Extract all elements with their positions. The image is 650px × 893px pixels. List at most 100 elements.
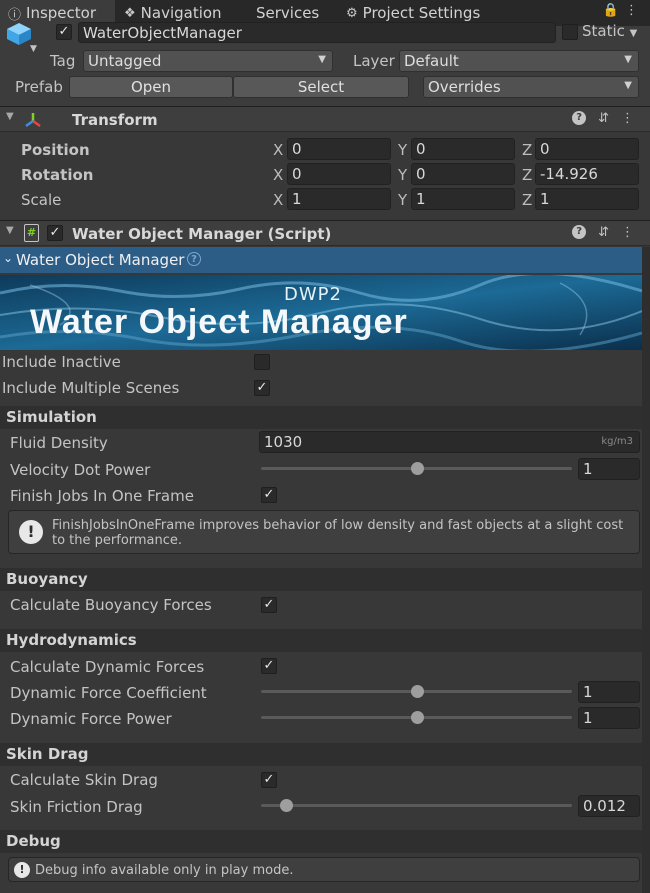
banner-image: DWP2 Water Object Manager: [0, 275, 642, 350]
rotation-label: Rotation: [21, 166, 94, 184]
info-icon: !: [14, 862, 30, 878]
csharp-script-icon: #: [24, 224, 39, 242]
transform-title: Transform: [72, 111, 158, 129]
axis-z-label[interactable]: Z: [522, 141, 532, 159]
calculate-buoyancy-label: Calculate Buoyancy Forces: [10, 596, 212, 614]
window-controls: 🔒⋮: [603, 3, 644, 18]
preset-icon[interactable]: ⇵: [598, 111, 609, 126]
gameobject-cube-icon: [7, 23, 31, 45]
skin-drag-section-header: Skin Drag: [0, 743, 642, 766]
context-menu-icon[interactable]: ⋮: [621, 111, 634, 126]
calculate-skin-drag-label: Calculate Skin Drag: [10, 771, 158, 789]
hydrodynamics-section-header: Hydrodynamics: [0, 629, 642, 652]
chevron-down-icon: ⌄: [3, 251, 14, 265]
scale-label: Scale: [21, 191, 62, 209]
axis-y-label[interactable]: Y: [398, 141, 407, 159]
axis-y-label[interactable]: Y: [398, 166, 407, 184]
calculate-dynamic-forces-label: Calculate Dynamic Forces: [10, 658, 205, 676]
include-inactive-label: Include Inactive: [2, 353, 121, 371]
finish-jobs-checkbox[interactable]: ✓: [261, 487, 277, 503]
debug-section-header: Debug: [0, 830, 642, 853]
banner-logo-text: DWP2: [284, 284, 342, 305]
axis-y-label[interactable]: Y: [398, 191, 407, 209]
chevron-down-icon: ▼: [629, 28, 638, 39]
chevron-down-icon: ▼: [624, 80, 632, 91]
water-object-manager-foldout[interactable]: ⌄ Water Object Manager ?: [0, 247, 642, 273]
prefab-open-button[interactable]: Open: [69, 76, 233, 98]
prefab-overrides-dropdown[interactable]: Overrides ▼: [423, 76, 639, 98]
simulation-section-header: Simulation: [0, 406, 642, 429]
cube-dropdown-icon[interactable]: ▼: [30, 44, 37, 54]
active-checkbox[interactable]: ✓: [56, 24, 72, 40]
transform-header[interactable]: ▼ Transform ? ⇵ ⋮: [0, 106, 650, 132]
position-y-field[interactable]: 0: [411, 138, 515, 160]
help-icon[interactable]: ?: [187, 252, 201, 266]
foldout-arrow-icon[interactable]: ▼: [6, 225, 14, 236]
velocity-dot-power-slider-handle[interactable]: [410, 462, 424, 475]
prefab-label: Prefab: [15, 78, 63, 96]
context-menu-icon[interactable]: ⋮: [621, 225, 634, 240]
script-enabled-checkbox[interactable]: ✓: [47, 225, 63, 241]
dynamic-force-coefficient-slider-handle[interactable]: [410, 685, 424, 698]
position-label: Position: [21, 141, 90, 159]
scale-x-field[interactable]: 1: [287, 188, 391, 210]
calculate-buoyancy-checkbox[interactable]: ✓: [261, 597, 277, 613]
rotation-y-field[interactable]: 0: [411, 163, 515, 185]
static-checkbox[interactable]: [562, 24, 578, 40]
script-title: Water Object Manager (Script): [72, 225, 332, 243]
foldout-arrow-icon[interactable]: ▼: [6, 111, 14, 122]
rotation-x-field[interactable]: 0: [287, 163, 391, 185]
chevron-down-icon: ▼: [624, 54, 632, 65]
fluid-density-field[interactable]: 1030 kg/m3: [259, 431, 640, 453]
axis-z-label[interactable]: Z: [522, 166, 532, 184]
chevron-down-icon: ▼: [318, 54, 326, 65]
axis-x-label[interactable]: X: [273, 141, 283, 159]
compass-icon: ❖: [124, 5, 136, 21]
dynamic-force-coefficient-label: Dynamic Force Coefficient: [10, 684, 207, 702]
dynamic-force-power-label: Dynamic Force Power: [10, 710, 172, 728]
prefab-select-button[interactable]: Select: [233, 76, 409, 98]
axis-x-label[interactable]: X: [273, 191, 283, 209]
gear-icon: ⚙: [346, 5, 358, 21]
position-x-field[interactable]: 0: [287, 138, 391, 160]
skin-friction-drag-slider-handle[interactable]: [279, 799, 293, 812]
axis-x-label[interactable]: X: [273, 166, 283, 184]
scrollbar[interactable]: [642, 247, 650, 893]
calculate-dynamic-forces-checkbox[interactable]: ✓: [261, 658, 277, 674]
buoyancy-section-header: Buoyancy: [0, 568, 642, 591]
transform-icon: [25, 113, 41, 128]
include-multiple-scenes-label: Include Multiple Scenes: [2, 379, 180, 397]
script-component-header[interactable]: ▼ # ✓ Water Object Manager (Script) ? ⇵ …: [0, 220, 650, 246]
static-label[interactable]: Static ▼: [582, 22, 637, 40]
skin-friction-drag-slider-track[interactable]: [261, 804, 572, 807]
tag-dropdown[interactable]: Untagged ▼: [83, 50, 333, 72]
help-icon[interactable]: ?: [572, 111, 587, 125]
velocity-dot-power-field[interactable]: 1: [578, 458, 640, 480]
menu-icon[interactable]: ⋮: [625, 3, 644, 18]
help-icon[interactable]: ?: [572, 225, 587, 239]
include-multiple-scenes-checkbox[interactable]: ✓: [254, 380, 270, 396]
preset-icon[interactable]: ⇵: [598, 225, 609, 240]
dynamic-force-coefficient-field[interactable]: 1: [578, 681, 640, 703]
help-text: FinishJobsInOneFrame improves behavior o…: [52, 518, 624, 548]
include-inactive-checkbox[interactable]: [254, 354, 270, 370]
rotation-z-field[interactable]: -14.926: [535, 163, 639, 185]
banner-title: Water Object Manager: [30, 303, 408, 341]
layer-dropdown[interactable]: Default ▼: [399, 50, 639, 72]
velocity-dot-power-label: Velocity Dot Power: [10, 461, 151, 479]
axis-z-label[interactable]: Z: [522, 191, 532, 209]
skin-friction-drag-field[interactable]: 0.012: [578, 795, 640, 817]
calculate-skin-drag-checkbox[interactable]: ✓: [261, 772, 277, 788]
tag-label: Tag: [50, 52, 76, 70]
object-name-field[interactable]: WaterObjectManager: [78, 22, 556, 43]
position-z-field[interactable]: 0: [535, 138, 639, 160]
layer-label: Layer: [353, 52, 395, 70]
dynamic-force-power-slider-handle[interactable]: [410, 711, 424, 724]
fluid-density-label: Fluid Density: [10, 434, 108, 452]
debug-info-box: ! Debug info available only in play mode…: [8, 857, 640, 882]
scale-y-field[interactable]: 1: [411, 188, 515, 210]
scale-z-field[interactable]: 1: [535, 188, 639, 210]
fluid-density-unit: kg/m3: [601, 436, 633, 447]
lock-icon[interactable]: 🔒: [603, 3, 625, 18]
dynamic-force-power-field[interactable]: 1: [578, 707, 640, 729]
